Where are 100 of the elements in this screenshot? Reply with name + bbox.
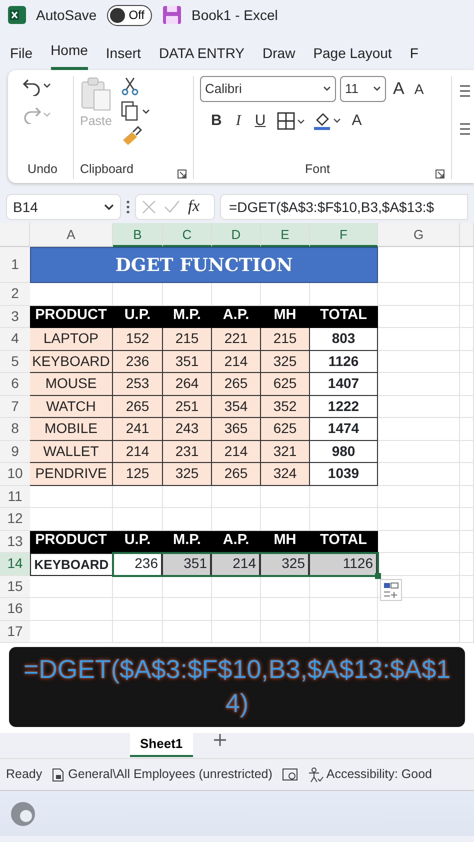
empty-cell xyxy=(460,530,474,553)
table-cell: 236 xyxy=(113,350,163,373)
row-header[interactable]: 14 xyxy=(0,553,30,576)
fill-handle[interactable] xyxy=(375,573,381,579)
empty-cell xyxy=(163,576,212,598)
ribbon-tab[interactable]: F xyxy=(410,37,418,70)
bold-button[interactable]: B xyxy=(208,110,225,132)
empty-cell xyxy=(113,486,163,508)
table-cell: 1126 xyxy=(310,350,378,373)
header-cell: PRODUCT xyxy=(30,306,113,328)
ribbon-tab[interactable]: File xyxy=(10,37,33,70)
dialog-launcher-icon[interactable] xyxy=(177,169,187,179)
document-lock-icon xyxy=(52,768,64,782)
row-header[interactable]: 9 xyxy=(0,440,30,463)
sensitivity-label[interactable]: General\All Employees (unrestricted) xyxy=(68,765,272,784)
dialog-launcher-icon[interactable] xyxy=(434,169,445,179)
table-cell: 321 xyxy=(261,440,310,463)
row-header[interactable]: 6 xyxy=(0,373,30,396)
sheet-tab[interactable]: Sheet1 xyxy=(130,733,193,756)
row-header[interactable]: 2 xyxy=(0,283,30,306)
row-header[interactable]: 11 xyxy=(0,486,30,508)
accessibility-status[interactable]: Accessibility: Good xyxy=(326,765,432,784)
empty-cell xyxy=(460,508,474,530)
copy-icon[interactable] xyxy=(120,100,150,122)
empty-cell xyxy=(460,350,474,373)
row-header[interactable]: 15 xyxy=(0,576,30,598)
table-cell: 354 xyxy=(212,396,261,418)
display-settings-icon[interactable] xyxy=(282,768,298,782)
table-cell: 214 xyxy=(212,553,261,576)
table-cell: 243 xyxy=(163,418,212,440)
align-icon[interactable] xyxy=(460,122,470,136)
column-header[interactable]: F xyxy=(310,223,378,247)
empty-cell xyxy=(310,486,378,508)
column-header[interactable]: A xyxy=(30,223,113,247)
column-header[interactable]: G xyxy=(378,223,460,247)
column-header[interactable]: C xyxy=(163,223,212,247)
row-header[interactable]: 7 xyxy=(0,396,30,418)
check-icon[interactable] xyxy=(164,200,180,214)
table-cell: 253 xyxy=(113,373,163,396)
table-cell: 1222 xyxy=(310,396,378,418)
ribbon-tab[interactable]: Insert xyxy=(106,37,141,70)
add-sheet-icon[interactable] xyxy=(212,733,227,747)
insert-function-button[interactable]: fx xyxy=(188,195,200,219)
table-cell: 351 xyxy=(163,350,212,373)
font-size-dropdown[interactable]: 11 xyxy=(340,76,386,102)
sheet-title: DGET FUNCTION xyxy=(30,247,378,283)
empty-cell xyxy=(310,598,378,620)
row-header[interactable]: 8 xyxy=(0,418,30,440)
row-header[interactable]: 12 xyxy=(0,508,30,530)
column-header[interactable]: E xyxy=(261,223,310,247)
row-header[interactable]: 1 xyxy=(0,247,30,283)
empty-cell xyxy=(460,553,474,576)
quick-analysis-icon[interactable] xyxy=(380,579,402,601)
table-cell: 324 xyxy=(261,463,310,486)
table-cell: MOBILE xyxy=(30,418,113,440)
fill-color-icon[interactable] xyxy=(312,111,341,132)
header-cell: M.P. xyxy=(163,306,212,328)
ribbon-tab[interactable]: DATA ENTRY xyxy=(158,37,245,70)
table-cell: 231 xyxy=(163,440,212,463)
name-box[interactable]: B14 xyxy=(6,194,121,220)
table-cell: 215 xyxy=(261,328,310,350)
autosave-label: AutoSave xyxy=(36,6,97,24)
ribbon-tab[interactable]: Draw xyxy=(262,37,296,70)
row-header[interactable]: 17 xyxy=(0,620,30,643)
borders-icon[interactable] xyxy=(276,112,305,130)
empty-cell xyxy=(212,576,261,598)
browser-icon[interactable] xyxy=(10,800,36,826)
grow-font-button[interactable]: A xyxy=(390,76,408,102)
table-cell: 980 xyxy=(310,440,378,463)
row-header[interactable]: 10 xyxy=(0,463,30,486)
autosave-toggle[interactable]: Off xyxy=(106,4,152,26)
row-header[interactable]: 13 xyxy=(0,530,30,553)
save-icon[interactable] xyxy=(162,5,182,25)
empty-cell xyxy=(113,576,163,598)
font-color-button[interactable]: A xyxy=(348,110,365,132)
italic-button[interactable]: I xyxy=(232,110,244,132)
ribbon-tab[interactable]: Page Layout xyxy=(313,37,392,70)
align-icon[interactable] xyxy=(460,84,470,98)
empty-cell xyxy=(163,486,212,508)
table-cell: 214 xyxy=(113,440,163,463)
formula-field[interactable]: =DGET($A$3:$F$10,B3,$A$13:$ xyxy=(220,194,468,220)
shrink-font-button[interactable]: A xyxy=(411,78,427,100)
underline-button[interactable]: U xyxy=(252,110,269,132)
chevron-icon xyxy=(323,86,331,92)
column-header[interactable]: D xyxy=(212,223,261,247)
row-header[interactable]: 4 xyxy=(0,328,30,350)
empty-cell xyxy=(460,418,474,440)
empty-cell xyxy=(212,598,261,620)
formula-caption: =DGET($A$3:$F$10,B3,$A$13:$A$14) xyxy=(9,647,465,727)
table-cell: 241 xyxy=(113,418,163,440)
row-header[interactable]: 16 xyxy=(0,598,30,620)
more-icon[interactable] xyxy=(126,200,130,214)
row-header[interactable]: 3 xyxy=(0,306,30,328)
font-name-dropdown[interactable]: Calibri xyxy=(200,76,336,102)
scissors-icon[interactable] xyxy=(120,76,140,96)
table-cell: 325 xyxy=(261,350,310,373)
status-text: Ready xyxy=(6,766,42,784)
table-cell: 803 xyxy=(310,328,378,350)
row-header[interactable]: 5 xyxy=(0,350,30,373)
column-header[interactable]: B xyxy=(113,223,163,247)
